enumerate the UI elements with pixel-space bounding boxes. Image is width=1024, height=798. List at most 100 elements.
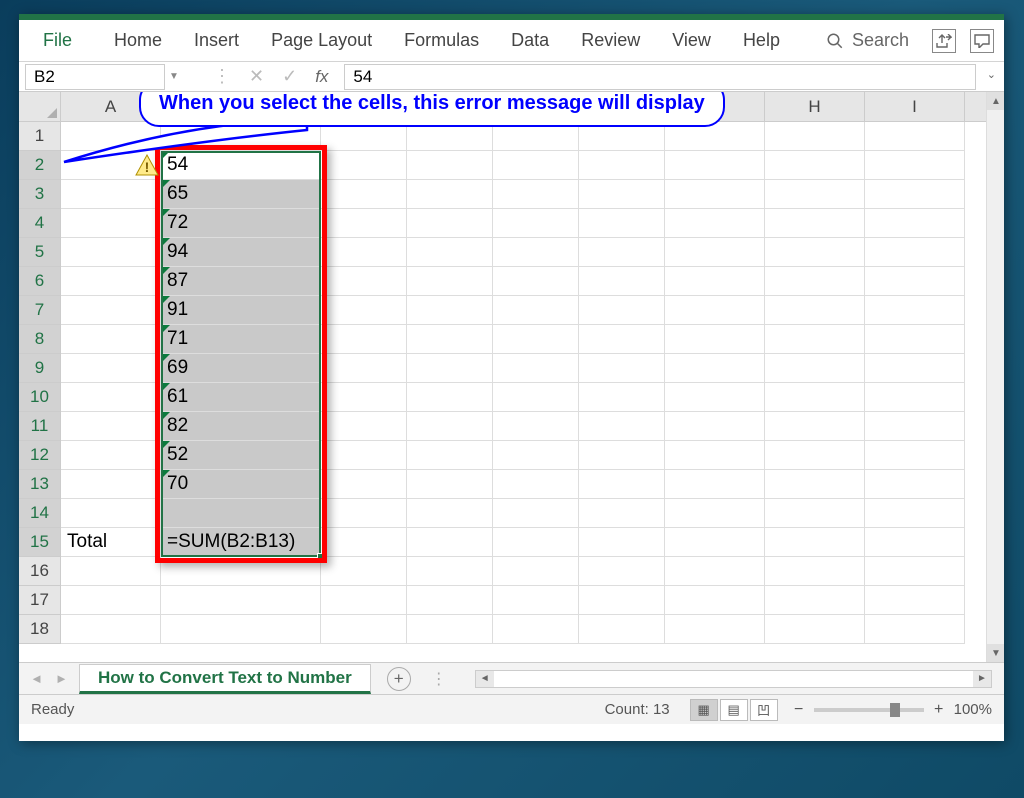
cell-E12[interactable]: [493, 441, 579, 470]
cell-B7[interactable]: 91: [161, 296, 321, 325]
cell-C17[interactable]: [321, 586, 407, 615]
comments-button[interactable]: [970, 29, 994, 53]
row-header-18[interactable]: 18: [19, 615, 60, 644]
cell-A5[interactable]: [61, 238, 161, 267]
cell-H9[interactable]: [765, 354, 865, 383]
cell-F4[interactable]: [579, 209, 665, 238]
cell-I8[interactable]: [865, 325, 965, 354]
cell-H17[interactable]: [765, 586, 865, 615]
cell-A17[interactable]: [61, 586, 161, 615]
cell-E13[interactable]: [493, 470, 579, 499]
cell-D5[interactable]: [407, 238, 493, 267]
name-box[interactable]: B2: [25, 64, 165, 90]
cell-B8[interactable]: 71: [161, 325, 321, 354]
hscroll-right[interactable]: ►: [973, 671, 991, 687]
vertical-scrollbar[interactable]: ▲ ▼: [986, 92, 1004, 662]
cell-E2[interactable]: [493, 151, 579, 180]
cell-G15[interactable]: [665, 528, 765, 557]
cell-I15[interactable]: [865, 528, 965, 557]
cell-G11[interactable]: [665, 412, 765, 441]
cell-F6[interactable]: [579, 267, 665, 296]
cell-F5[interactable]: [579, 238, 665, 267]
cell-D17[interactable]: [407, 586, 493, 615]
cell-F16[interactable]: [579, 557, 665, 586]
cell-C3[interactable]: [321, 180, 407, 209]
cell-B10[interactable]: 61: [161, 383, 321, 412]
cell-F15[interactable]: [579, 528, 665, 557]
cell-B9[interactable]: 69: [161, 354, 321, 383]
cell-B3[interactable]: 65: [161, 180, 321, 209]
zoom-in[interactable]: +: [930, 701, 948, 719]
tab-insert[interactable]: Insert: [180, 24, 253, 57]
cell-E8[interactable]: [493, 325, 579, 354]
share-button[interactable]: [932, 29, 956, 53]
cell-F12[interactable]: [579, 441, 665, 470]
cell-H10[interactable]: [765, 383, 865, 412]
cell-G17[interactable]: [665, 586, 765, 615]
cell-I3[interactable]: [865, 180, 965, 209]
cell-H6[interactable]: [765, 267, 865, 296]
search-wrap[interactable]: Search: [826, 30, 909, 51]
cell-D9[interactable]: [407, 354, 493, 383]
cell-A6[interactable]: [61, 267, 161, 296]
cell-F13[interactable]: [579, 470, 665, 499]
hscroll-left[interactable]: ◄: [476, 671, 494, 687]
cell-G14[interactable]: [665, 499, 765, 528]
row-header-1[interactable]: 1: [19, 122, 60, 151]
scroll-up-button[interactable]: ▲: [987, 92, 1004, 110]
cell-B18[interactable]: [161, 615, 321, 644]
cell-D10[interactable]: [407, 383, 493, 412]
zoom-out[interactable]: −: [790, 701, 808, 719]
cell-D12[interactable]: [407, 441, 493, 470]
cell-I5[interactable]: [865, 238, 965, 267]
cell-H14[interactable]: [765, 499, 865, 528]
cell-F8[interactable]: [579, 325, 665, 354]
cell-E4[interactable]: [493, 209, 579, 238]
cell-I11[interactable]: [865, 412, 965, 441]
tab-view[interactable]: View: [658, 24, 725, 57]
cell-G7[interactable]: [665, 296, 765, 325]
cell-B5[interactable]: 94: [161, 238, 321, 267]
cell-I14[interactable]: [865, 499, 965, 528]
sheet-nav[interactable]: ◄►: [19, 671, 79, 686]
cell-G9[interactable]: [665, 354, 765, 383]
tab-review[interactable]: Review: [567, 24, 654, 57]
cell-A10[interactable]: [61, 383, 161, 412]
fx-label[interactable]: fx: [315, 67, 328, 87]
cell-A7[interactable]: [61, 296, 161, 325]
cell-E11[interactable]: [493, 412, 579, 441]
cell-A12[interactable]: [61, 441, 161, 470]
cell-F14[interactable]: [579, 499, 665, 528]
formula-input[interactable]: 54: [344, 64, 976, 90]
tab-formulas[interactable]: Formulas: [390, 24, 493, 57]
cell-H16[interactable]: [765, 557, 865, 586]
cell-C10[interactable]: [321, 383, 407, 412]
cell-D16[interactable]: [407, 557, 493, 586]
cell-G16[interactable]: [665, 557, 765, 586]
cell-C4[interactable]: [321, 209, 407, 238]
cell-C8[interactable]: [321, 325, 407, 354]
cell-C12[interactable]: [321, 441, 407, 470]
cell-H3[interactable]: [765, 180, 865, 209]
cell-B4[interactable]: 72: [161, 209, 321, 238]
tab-page-layout[interactable]: Page Layout: [257, 24, 386, 57]
cell-A13[interactable]: [61, 470, 161, 499]
cell-I18[interactable]: [865, 615, 965, 644]
cell-B11[interactable]: 82: [161, 412, 321, 441]
cell-A15[interactable]: Total: [61, 528, 161, 557]
cell-C11[interactable]: [321, 412, 407, 441]
sheet-tab-active[interactable]: How to Convert Text to Number: [79, 664, 371, 694]
cell-F18[interactable]: [579, 615, 665, 644]
formula-expand[interactable]: ⌄: [987, 68, 996, 81]
hscroll-track[interactable]: [494, 671, 973, 687]
row-header-14[interactable]: 14: [19, 499, 60, 528]
cell-C16[interactable]: [321, 557, 407, 586]
cell-D7[interactable]: [407, 296, 493, 325]
cell-A3[interactable]: [61, 180, 161, 209]
cell-B13[interactable]: 70: [161, 470, 321, 499]
row-header-7[interactable]: 7: [19, 296, 60, 325]
row-header-16[interactable]: 16: [19, 557, 60, 586]
cell-D2[interactable]: [407, 151, 493, 180]
cell-I10[interactable]: [865, 383, 965, 412]
cell-B16[interactable]: [161, 557, 321, 586]
